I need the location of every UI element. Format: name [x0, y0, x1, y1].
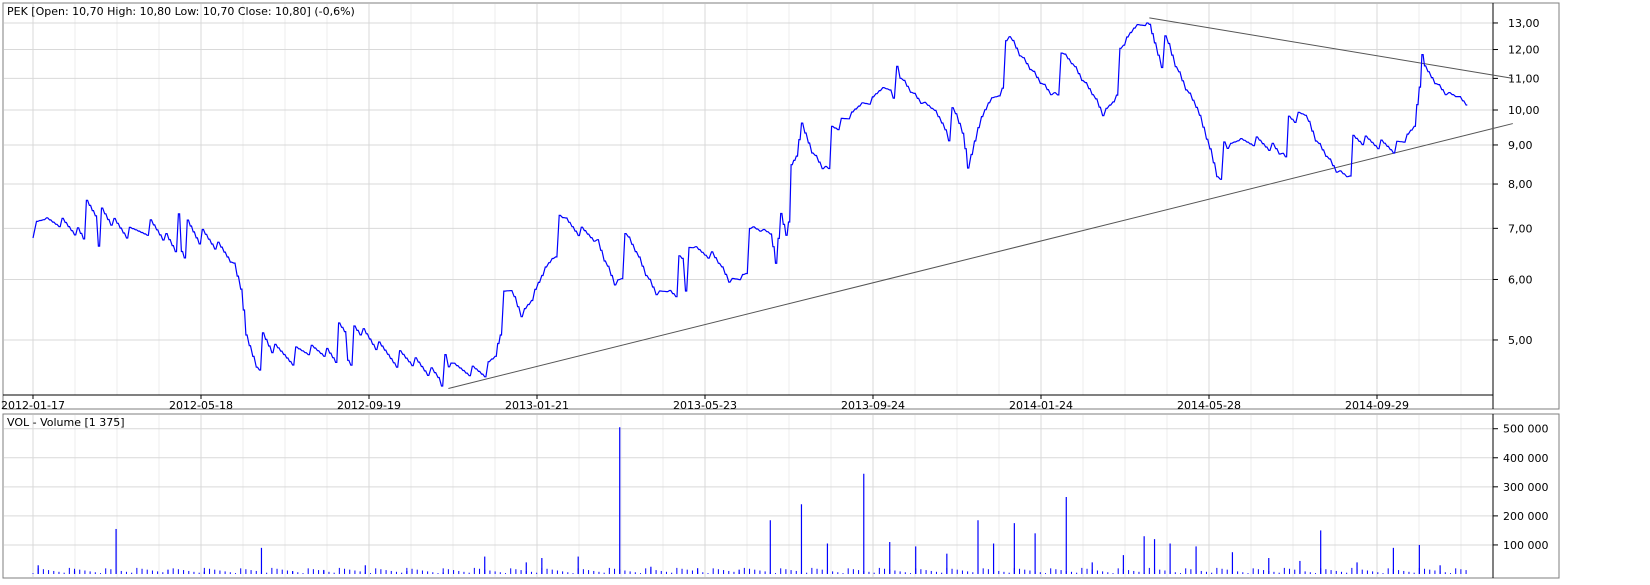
x-tick-label: 2013-09-24	[841, 399, 905, 412]
x-tick-label: 2014-01-24	[1009, 399, 1073, 412]
volume-panel	[2, 413, 1560, 579]
price-panel	[2, 2, 1560, 410]
volume-y-tick-label: 300 000	[1503, 481, 1549, 494]
x-tick-label: 2013-05-23	[673, 399, 737, 412]
price-y-tick-label: 13,00	[1508, 17, 1540, 30]
price-y-tick-label: 6,00	[1508, 273, 1533, 286]
price-panel-title: PEK [Open: 10,70 High: 10,80 Low: 10,70 …	[7, 5, 355, 18]
x-tick-label: 2013-01-21	[505, 399, 569, 412]
price-y-tick-label: 11,00	[1508, 72, 1540, 85]
volume-y-tick-label: 400 000	[1503, 452, 1549, 465]
volume-y-tick-label: 100 000	[1503, 539, 1549, 552]
x-tick-label: 2012-09-19	[337, 399, 401, 412]
price-y-tick-label: 9,00	[1508, 139, 1533, 152]
price-y-tick-label: 8,00	[1508, 178, 1533, 191]
price-y-tick-label: 10,00	[1508, 104, 1540, 117]
x-tick-label: 2014-05-28	[1177, 399, 1241, 412]
volume-y-tick-label: 500 000	[1503, 423, 1549, 436]
price-y-tick-label: 7,00	[1508, 222, 1533, 235]
stock-chart-canvas: PEK [Open: 10,70 High: 10,80 Low: 10,70 …	[0, 0, 1650, 581]
price-y-tick-label: 12,00	[1508, 44, 1540, 57]
price-y-tick-label: 5,00	[1508, 334, 1533, 347]
x-tick-label: 2012-05-18	[169, 399, 233, 412]
volume-y-tick-label: 200 000	[1503, 510, 1549, 523]
volume-panel-title: VOL - Volume [1 375]	[7, 416, 125, 429]
x-tick-label: 2014-09-29	[1345, 399, 1409, 412]
x-tick-label: 2012-01-17	[1, 399, 65, 412]
